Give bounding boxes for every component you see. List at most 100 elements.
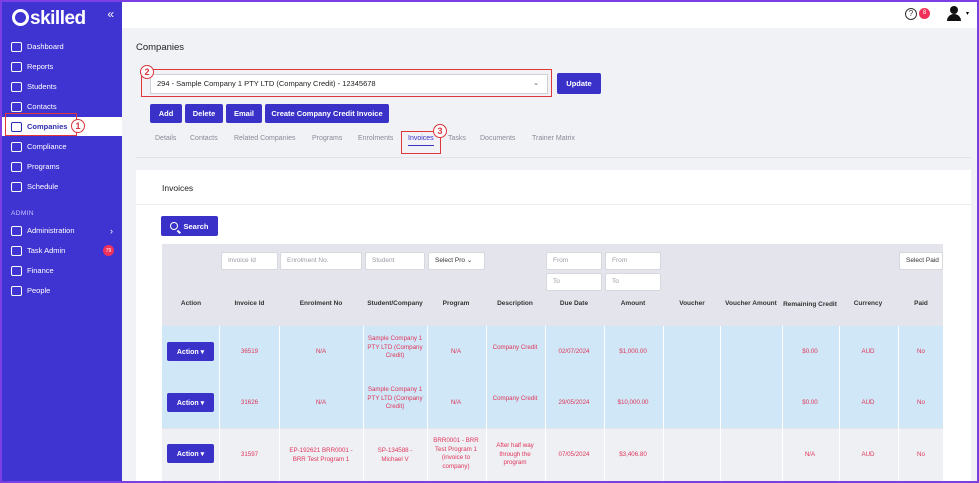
sidebar-item-schedule[interactable]: Schedule: [2, 177, 122, 196]
cell-program: N/A: [450, 399, 462, 406]
notification-badge[interactable]: 8: [919, 8, 930, 19]
create-credit-invoice-button[interactable]: Create Company Credit Invoice: [265, 104, 389, 123]
sidebar-item-people[interactable]: People: [2, 281, 122, 300]
invoices-title: Invoices: [162, 183, 194, 193]
cell-program: N/A: [450, 348, 462, 355]
col-student-company[interactable]: Student/Company: [363, 300, 427, 307]
cell-currency: AUD: [861, 451, 875, 458]
row-action-button[interactable]: Action ▾: [167, 393, 214, 412]
search-icon: [170, 222, 179, 230]
cell-enrolment-no: N/A: [315, 348, 327, 355]
filter-paid-select[interactable]: Select Paid: [899, 252, 943, 270]
compliance-icon: [11, 141, 22, 152]
cell-amount: $10,000.00: [617, 399, 649, 406]
tab-details[interactable]: Details: [155, 135, 176, 142]
filter-amount-to[interactable]: To: [605, 273, 661, 291]
callout-1: 1: [71, 119, 85, 133]
panel-separator: [136, 204, 971, 205]
col-action: Action: [180, 300, 202, 307]
building-icon: [11, 121, 22, 132]
filter-program-select[interactable]: Select Pro ⌄: [428, 252, 485, 270]
task-count-badge: 79: [103, 245, 114, 256]
people-icon: [11, 285, 22, 296]
tab-programs[interactable]: Programs: [312, 135, 342, 142]
tab-contacts[interactable]: Contacts: [190, 135, 218, 142]
app-logo[interactable]: skilled: [12, 8, 86, 30]
sidebar-item-companies[interactable]: Companies: [2, 117, 122, 136]
cell-student[interactable]: SP-134588 - Michael V: [370, 447, 420, 464]
cell-program: BRR0001 - BRR Test Program 1 (invoice to…: [433, 437, 479, 470]
chevron-down-icon[interactable]: ▾: [966, 10, 969, 17]
search-button[interactable]: Search: [161, 216, 218, 236]
cell-enrolment-no[interactable]: EP-192621 BRR0001 - BRR Test Program 1: [284, 447, 358, 464]
cell-due-date: 07/05/2024: [558, 451, 590, 458]
cell-due-date: 29/05/2024: [558, 399, 590, 406]
callout-2: 2: [140, 65, 154, 79]
col-amount[interactable]: Amount: [605, 300, 661, 307]
filter-due-to[interactable]: To: [546, 273, 602, 291]
email-button[interactable]: Email: [226, 104, 262, 123]
tab-invoices[interactable]: Invoices: [408, 135, 434, 146]
sidebar-item-programs[interactable]: Programs: [2, 157, 122, 176]
cell-description: After half way through the program: [496, 442, 534, 466]
collapse-sidebar-icon[interactable]: «: [107, 7, 114, 21]
user-avatar-icon[interactable]: [945, 6, 963, 22]
page-title: Companies: [136, 42, 185, 53]
sidebar-item-administration[interactable]: Administration ›: [2, 221, 122, 240]
col-enrolment-no[interactable]: Enrolment No: [280, 300, 362, 307]
delete-button[interactable]: Delete: [185, 104, 223, 123]
col-voucher-amount[interactable]: Voucher Amount: [720, 300, 782, 307]
chevron-down-icon: ⌄: [533, 80, 539, 87]
sidebar-item-compliance[interactable]: Compliance: [2, 137, 122, 156]
filter-enrolment-no[interactable]: Enrolment No.: [280, 252, 362, 270]
tab-related-companies[interactable]: Related Companies: [234, 135, 295, 142]
sidebar-item-finance[interactable]: Finance: [2, 261, 122, 280]
top-bar: ? 8 ▾: [122, 2, 977, 28]
sidebar-item-contacts[interactable]: Contacts: [2, 97, 122, 116]
help-icon[interactable]: ?: [905, 8, 917, 20]
chevron-down-icon: ⌄: [466, 257, 473, 264]
tab-trainer-matrix[interactable]: Trainer Matrix: [532, 135, 575, 142]
filter-due-from[interactable]: From: [546, 252, 602, 270]
chart-line-icon: [11, 41, 22, 52]
cell-invoice-id[interactable]: 31626: [221, 399, 278, 408]
filter-invoice-id[interactable]: Invoice Id: [221, 252, 278, 270]
cell-invoice-id[interactable]: 36519: [221, 348, 278, 357]
cell-amount: $3,406.80: [619, 451, 647, 458]
divider: [136, 157, 971, 158]
col-invoice-id[interactable]: Invoice Id: [221, 300, 278, 307]
add-button[interactable]: Add: [150, 104, 182, 123]
row-action-button[interactable]: Action ▾: [167, 342, 214, 361]
col-program[interactable]: Program: [428, 300, 484, 307]
col-paid[interactable]: Paid: [899, 300, 943, 307]
tasks-icon: [11, 245, 22, 256]
sidebar-item-dashboard[interactable]: Dashboard: [2, 37, 122, 56]
cell-paid: No: [917, 451, 925, 458]
update-button[interactable]: Update: [557, 73, 601, 94]
sidebar-item-task-admin[interactable]: Task Admin 79: [2, 241, 122, 260]
cell-student[interactable]: Sample Company 1 PTY LTD (Company Credit…: [367, 386, 423, 412]
sidebar: skilled « Dashboard Reports Students Con…: [2, 2, 122, 481]
cell-remaining-credit: $0.00: [802, 399, 818, 406]
row-action-button[interactable]: Action ▾: [167, 444, 214, 463]
company-select[interactable]: 294 - Sample Company 1 PTY LTD (Company …: [150, 74, 548, 94]
col-voucher[interactable]: Voucher: [664, 300, 720, 307]
col-due-date[interactable]: Due Date: [546, 300, 602, 307]
col-currency[interactable]: Currency: [840, 300, 896, 307]
tab-enrolments[interactable]: Enrolments: [358, 135, 393, 142]
cell-invoice-id[interactable]: 31597: [221, 451, 278, 460]
programs-icon: [11, 161, 22, 172]
cell-student[interactable]: Sample Company 1 PTY LTD (Company Credit…: [367, 335, 423, 361]
col-remaining-credit[interactable]: Remaining Credit: [783, 300, 837, 309]
sidebar-item-reports[interactable]: Reports: [2, 57, 122, 76]
callout-3: 3: [433, 124, 447, 138]
sidebar-item-students[interactable]: Students: [2, 77, 122, 96]
filter-student[interactable]: Student: [365, 252, 425, 270]
chevron-right-icon: ›: [110, 225, 113, 236]
filter-amount-from[interactable]: From: [605, 252, 661, 270]
cell-paid: No: [917, 399, 925, 406]
report-icon: [11, 61, 22, 72]
tab-tasks[interactable]: Tasks: [448, 135, 466, 142]
tab-documents[interactable]: Documents: [480, 135, 515, 142]
col-description[interactable]: Description: [487, 300, 543, 307]
